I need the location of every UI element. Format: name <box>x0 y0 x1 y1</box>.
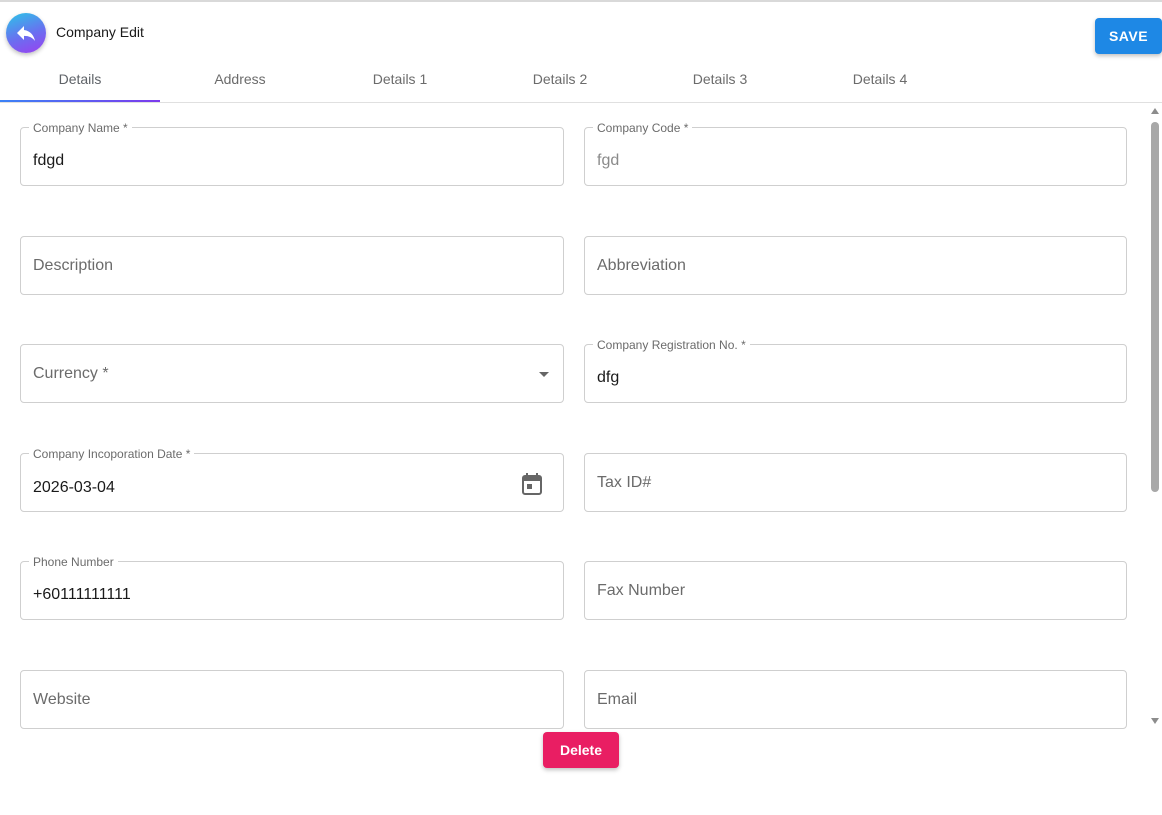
tab-details-2[interactable]: Details 2 <box>480 56 640 102</box>
tax-id-field[interactable]: Tax ID# <box>584 453 1127 512</box>
top-divider <box>0 0 1162 2</box>
tab-details-4[interactable]: Details 4 <box>800 56 960 102</box>
phone-number-label: Phone Number <box>29 555 118 569</box>
registration-no-label: Company Registration No. * <box>593 338 750 352</box>
tab-address[interactable]: Address <box>160 56 320 102</box>
delete-button[interactable]: Delete <box>543 732 619 768</box>
fax-number-field[interactable]: Fax Number <box>584 561 1127 620</box>
registration-no-field[interactable]: Company Registration No. * dfg <box>584 338 1127 403</box>
tab-details-3[interactable]: Details 3 <box>640 56 800 102</box>
company-name-field[interactable]: Company Name * fdgd <box>20 121 564 186</box>
scroll-thumb[interactable] <box>1151 122 1159 492</box>
fax-number-placeholder: Fax Number <box>597 582 686 599</box>
details-form: Company Name * fdgd Company Code * fgd D… <box>0 104 1148 730</box>
scroll-up-arrow-icon[interactable] <box>1151 108 1159 114</box>
phone-number-value: +60111111111 <box>33 586 131 603</box>
page-title: Company Edit <box>56 24 144 40</box>
tab-bar: Details Address Details 1 Details 2 Deta… <box>0 56 1162 103</box>
currency-placeholder: Currency * <box>33 365 109 382</box>
abbreviation-placeholder: Abbreviation <box>597 257 686 274</box>
company-code-field[interactable]: Company Code * fgd <box>584 121 1127 186</box>
website-placeholder: Website <box>33 691 91 708</box>
calendar-icon[interactable] <box>522 473 542 495</box>
reply-arrow-icon <box>17 26 35 41</box>
company-code-label: Company Code * <box>593 121 693 135</box>
back-button[interactable] <box>6 13 46 53</box>
form-scrollbar[interactable] <box>1148 104 1162 730</box>
tab-details[interactable]: Details <box>0 56 160 102</box>
tax-id-placeholder: Tax ID# <box>597 474 652 491</box>
company-name-label: Company Name * <box>29 121 132 135</box>
scroll-down-arrow-icon[interactable] <box>1151 718 1159 724</box>
incorporation-date-label: Company Incoporation Date * <box>29 447 195 461</box>
phone-number-field[interactable]: Phone Number +60111111111 <box>20 555 564 620</box>
description-field[interactable]: Description <box>20 236 564 295</box>
chevron-down-icon <box>539 372 549 377</box>
registration-no-value: dfg <box>597 369 620 386</box>
company-name-value: fdgd <box>33 152 65 169</box>
website-field[interactable]: Website <box>20 670 564 729</box>
email-field[interactable]: Email <box>584 670 1127 729</box>
email-placeholder: Email <box>597 691 638 708</box>
incorporation-date-field[interactable]: Company Incoporation Date * 2026-03-04 <box>20 447 564 512</box>
save-button[interactable]: SAVE <box>1095 18 1162 54</box>
active-tab-indicator <box>0 100 160 102</box>
description-placeholder: Description <box>33 257 114 274</box>
company-code-value: fgd <box>597 152 620 169</box>
tab-details-1[interactable]: Details 1 <box>320 56 480 102</box>
abbreviation-field[interactable]: Abbreviation <box>584 236 1127 295</box>
incorporation-date-value: 2026-03-04 <box>33 479 115 496</box>
currency-select[interactable]: Currency * <box>20 344 564 403</box>
